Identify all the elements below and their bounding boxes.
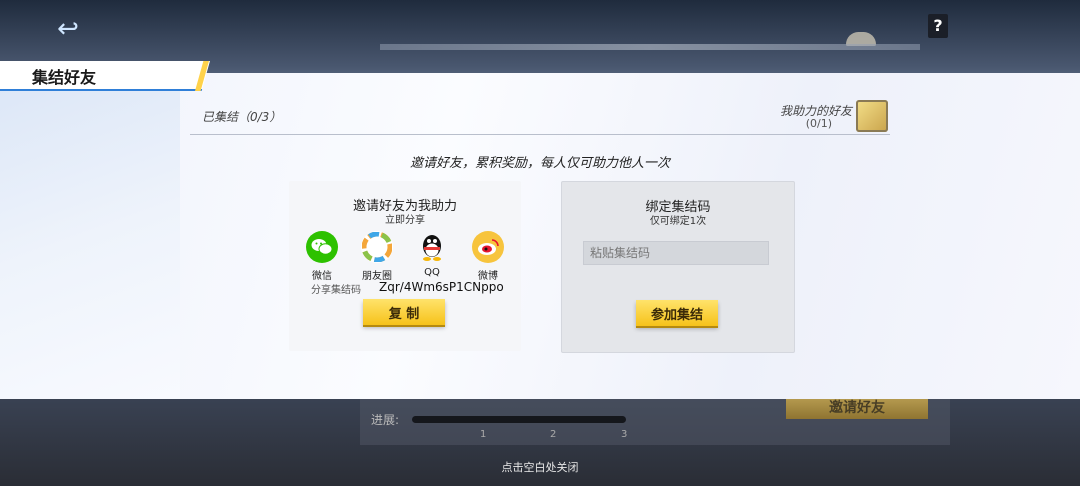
progress-step-2: 2 (550, 429, 557, 440)
join-gathering-button[interactable]: 参加集结 (636, 300, 718, 326)
share-code-value: Zqr/4Wm6sP1CNppo (379, 280, 504, 294)
share-wechat[interactable]: 微信 (297, 231, 347, 282)
helped-friends-count: (0/1) (805, 117, 832, 130)
help-icon[interactable]: ? (928, 14, 948, 38)
invite-panel-subtitle: 立即分享 (385, 215, 425, 226)
invite-tagline: 邀请好友，累积奖励，每人仅可助力他人一次 (409, 156, 670, 171)
share-moments[interactable]: 朋友圈 (352, 231, 402, 282)
paste-code-input[interactable] (583, 241, 769, 265)
share-qq-label: QQ (424, 267, 440, 278)
moments-icon (361, 231, 393, 263)
back-icon[interactable]: ↩ (50, 16, 86, 42)
share-weibo[interactable]: 微博 (463, 231, 513, 282)
background-invite-button: 邀请好友 (786, 399, 928, 419)
bridge-decoration (380, 44, 920, 50)
copy-button[interactable]: 复 制 (363, 299, 445, 325)
dialog-title: 集结好友 (32, 68, 97, 87)
invite-panel: 邀请好友为我助力 立即分享 微信 朋友圈 QQ 微博 分享集结码 Zqr/4Wm… (289, 181, 521, 351)
share-wechat-label: 微信 (312, 271, 332, 282)
gathered-count: 已集结（0/3） (202, 110, 282, 124)
progress-track (412, 416, 626, 423)
divider (190, 134, 890, 135)
bind-code-panel: 绑定集结码 仅可绑定1次 参加集结 (561, 181, 795, 353)
qq-icon (416, 231, 448, 263)
bind-code-subtitle: 仅可绑定1次 (649, 216, 707, 227)
wechat-icon (306, 231, 338, 263)
progress-step-1: 1 (480, 429, 487, 440)
progress-label: 进展: (371, 413, 400, 427)
dialog-decoration (0, 73, 180, 399)
weibo-icon (472, 231, 504, 263)
progress-step-3: 3 (621, 429, 628, 440)
close-hint[interactable]: 点击空白处关闭 (0, 459, 1080, 475)
share-qq[interactable]: QQ (407, 231, 457, 278)
gather-friends-dialog (0, 73, 1080, 399)
share-code-label: 分享集结码 (311, 285, 361, 296)
helped-friend-avatar-icon[interactable] (856, 100, 888, 132)
